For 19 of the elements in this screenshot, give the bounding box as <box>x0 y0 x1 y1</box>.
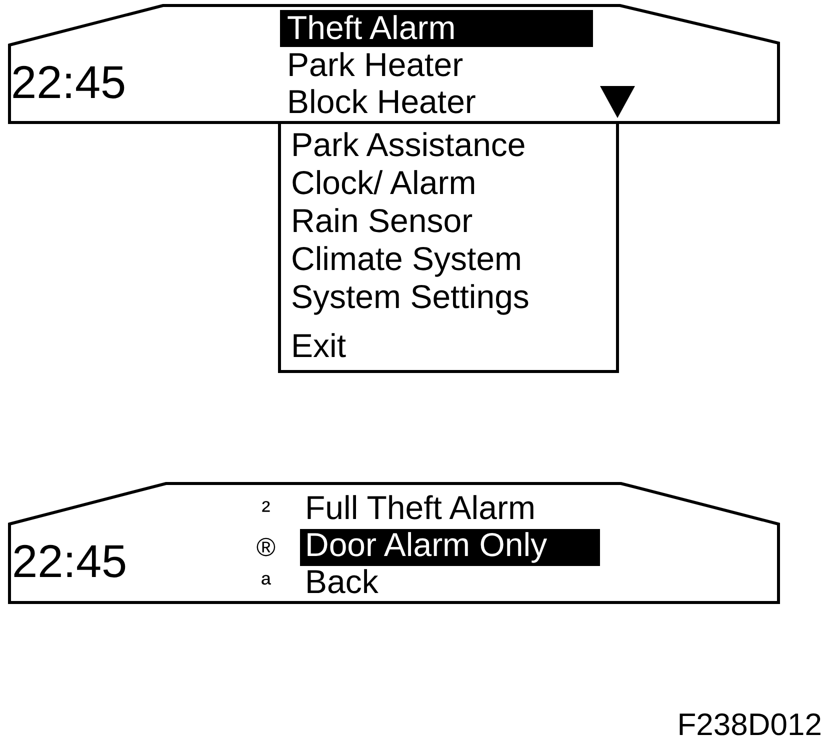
option-marker: ² <box>260 495 272 526</box>
menu-item[interactable]: Block Heater <box>280 84 593 121</box>
option-marker: ª <box>260 569 272 600</box>
figure-code: F238D012 <box>677 709 822 740</box>
menu-item[interactable]: Climate System <box>281 242 616 280</box>
clock-time: 22:45 <box>11 59 126 105</box>
menu-item[interactable]: Clock/ Alarm <box>281 166 616 204</box>
menu-item[interactable]: Exit <box>281 329 616 367</box>
down-triangle-icon <box>600 86 635 118</box>
menu-item[interactable]: Theft Alarm <box>280 10 593 47</box>
menu-item[interactable]: Rain Sensor <box>281 204 616 242</box>
menu-item[interactable]: Full Theft Alarm <box>300 492 600 529</box>
option-marker: ® <box>255 532 277 563</box>
menu-item[interactable]: Back <box>300 566 600 603</box>
menu-item[interactable]: Door Alarm Only <box>300 529 600 566</box>
menu-item[interactable]: System Settings <box>281 280 616 318</box>
clock-time: 22:45 <box>12 538 128 584</box>
menu-item[interactable]: Park Assistance <box>281 128 616 166</box>
menu-item[interactable]: Park Heater <box>280 47 593 84</box>
